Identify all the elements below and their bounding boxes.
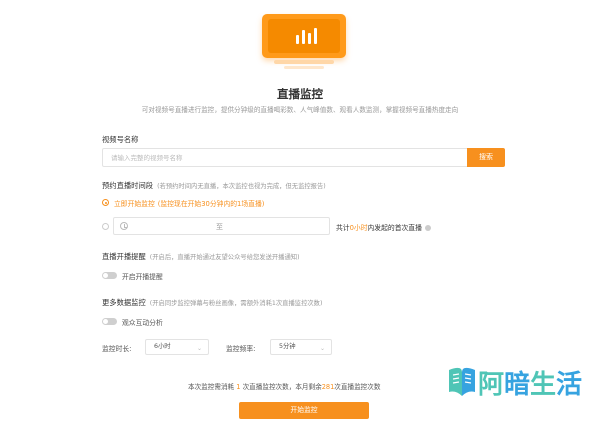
frequency-select[interactable]: 5分钟 ⌄ [270, 339, 332, 355]
search-button[interactable]: 搜索 [467, 148, 505, 167]
monitor-icon [262, 14, 346, 58]
range-separator: 至 [216, 223, 223, 231]
start-now-label: 立即开始监控 [114, 200, 155, 208]
time-range-picker[interactable]: 至 [113, 217, 330, 235]
chevron-down-icon: ⌄ [319, 345, 325, 352]
info-icon[interactable] [424, 225, 431, 231]
frequency-value: 5分钟 [279, 343, 296, 350]
frequency-label: 监控频率: [226, 345, 256, 353]
start-now-option[interactable]: 立即开始监控 (监控现在开始30分钟内的1场直播) [114, 198, 264, 208]
watermark-char-2: 暗 [504, 370, 531, 400]
watermark-logo: 阿暗生活 [446, 362, 586, 404]
remind-note: (开启后，直播开始通过友望公众号给您发送开播通知) [149, 254, 300, 261]
quota-middle: 次直播监控次数，本月剩余 [242, 383, 322, 391]
more-data-label: 更多数据监控 [102, 298, 146, 307]
book-icon [449, 367, 475, 396]
duration-value: 6小时 [154, 343, 171, 350]
schedule-note: (若预约时间内无直播，本次监控也视为完成，但无监控报告) [157, 183, 326, 190]
audience-analysis-label: 观众互动分析 [122, 319, 163, 327]
start-now-radio[interactable] [102, 199, 109, 206]
remind-toggle-label: 开启开播提醒 [122, 273, 163, 281]
remind-toggle[interactable] [102, 272, 117, 279]
channel-name-input[interactable] [102, 148, 468, 167]
audience-analysis-toggle[interactable] [102, 318, 117, 325]
more-data-section: 更多数据监控 (开启同步监控弹幕与粉丝画像，需额外消耗1次直播监控次数) [102, 298, 322, 308]
duration-select[interactable]: 6小时 ⌄ [145, 339, 209, 355]
schedule-label: 预约直播时间段 [102, 181, 154, 190]
chevron-down-icon: ⌄ [196, 345, 202, 352]
watermark-char-3: 生 [530, 370, 557, 400]
start-now-note: (监控现在开始30分钟内的1场直播) [157, 200, 265, 208]
bar-chart-icon [294, 28, 324, 44]
range-summary: 共计0小时内发起的首次直播 [336, 222, 431, 232]
quota-suffix: 次直播监控次数 [334, 383, 381, 391]
range-summary-suffix: 内发起的首次直播 [367, 224, 422, 232]
range-summary-prefix: 共计 [336, 224, 350, 232]
channel-name-label: 视频号名称 [102, 135, 139, 144]
clock-icon [120, 222, 128, 230]
remind-section: 直播开播提醒 (开启后，直播开始通过友望公众号给您发送开播通知) [102, 252, 300, 262]
watermark-text: 阿暗生活 [478, 364, 582, 401]
quota-cost: 1 [236, 383, 241, 391]
quota-text: 本次监控需消耗 1 次直播监控次数，本月剩余281次直播监控次数 [188, 381, 380, 391]
live-monitor-illustration [258, 12, 350, 74]
page-subtitle: 可对视频号直播进行监控，提供分钟级的直播喝彩数、人气峰值数、观看人数监测，掌握视… [141, 106, 459, 114]
page-title: 直播监控 [277, 87, 323, 101]
watermark-char-4: 活 [556, 370, 583, 400]
watermark-char-1: 阿 [478, 370, 505, 400]
duration-label: 监控时长: [102, 345, 132, 353]
start-monitor-button[interactable]: 开始监控 [239, 402, 369, 419]
time-range-radio[interactable] [102, 223, 109, 230]
quota-remaining: 281 [321, 383, 335, 391]
quota-prefix: 本次监控需消耗 [188, 383, 235, 391]
range-summary-hours: 0小时 [349, 224, 368, 232]
remind-label: 直播开播提醒 [102, 252, 146, 261]
schedule-section: 预约直播时间段 (若预约时间内无直播，本次监控也视为完成，但无监控报告) [102, 181, 326, 191]
more-data-note: (开启同步监控弹幕与粉丝画像，需额外消耗1次直播监控次数) [149, 300, 323, 307]
